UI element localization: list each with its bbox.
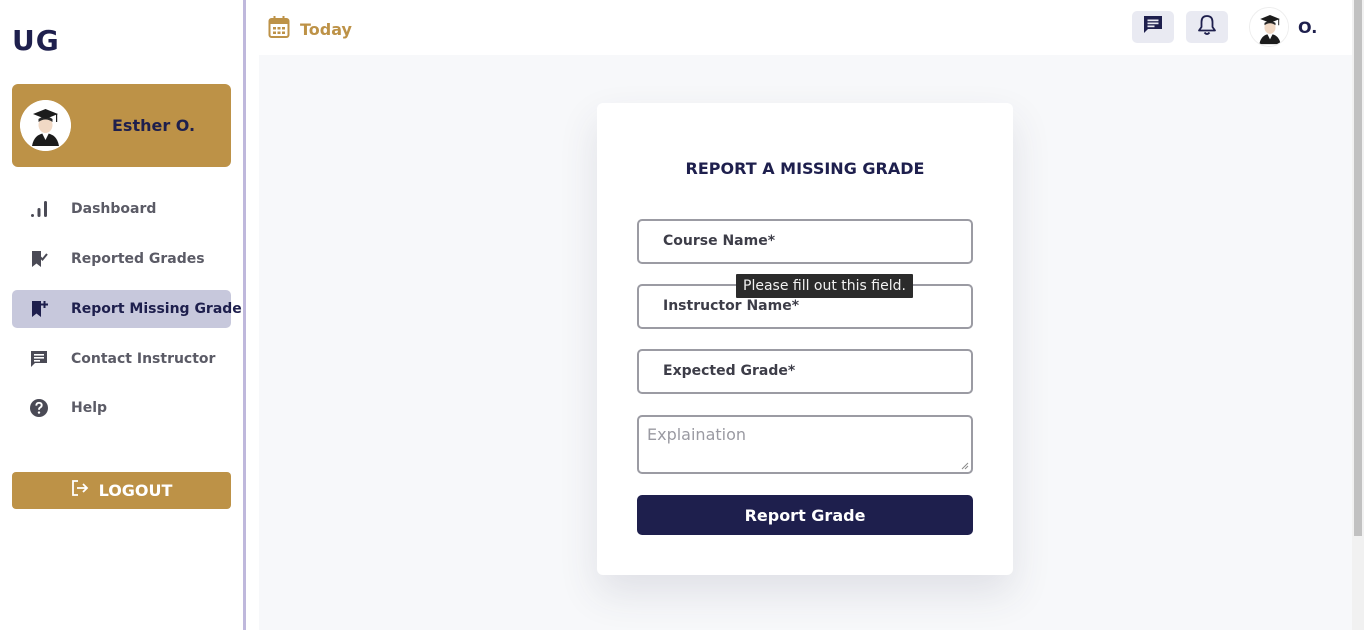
- sidebar-item-label: Dashboard: [71, 201, 157, 217]
- sidebar-divider: [243, 0, 246, 630]
- bar-chart-icon: [29, 199, 49, 219]
- expected-grade-label: Expected Grade*: [663, 363, 796, 379]
- app-logo[interactable]: UG: [12, 24, 60, 57]
- profile-card: Esther O.: [12, 84, 231, 167]
- sidebar-item-label: Report Missing Grade: [71, 301, 242, 317]
- report-grade-button[interactable]: Report Grade: [637, 495, 973, 535]
- app-root: UG Esther O. Dashboard Reported Grades R…: [0, 0, 1364, 630]
- form-title: REPORT A MISSING GRADE: [685, 159, 925, 178]
- sidebar-item-help[interactable]: Help: [12, 389, 231, 427]
- validation-tooltip: Please fill out this field.: [736, 274, 913, 298]
- course-name-field[interactable]: Course Name*: [637, 219, 973, 264]
- profile-name: Esther O.: [112, 116, 196, 135]
- sidebar-item-dashboard[interactable]: Dashboard: [12, 190, 231, 228]
- report-missing-grade-form: REPORT A MISSING GRADE Course Name* Inst…: [597, 103, 1013, 575]
- instructor-name-label: Instructor Name*: [663, 298, 800, 314]
- expected-grade-field[interactable]: Expected Grade*: [637, 349, 973, 394]
- report-grade-label: Report Grade: [744, 505, 866, 525]
- avatar: [20, 100, 71, 151]
- bell-icon: [1197, 14, 1217, 41]
- sidebar-item-report-missing-grade[interactable]: Report Missing Grade: [12, 290, 242, 328]
- bookmark-plus-icon: [29, 299, 49, 319]
- calendar-icon: [268, 15, 290, 44]
- sidebar-item-contact-instructor[interactable]: Contact Instructor: [12, 340, 231, 378]
- sidebar-item-label: Reported Grades: [71, 251, 205, 267]
- logout-label: LOGOUT: [98, 481, 173, 500]
- message-icon: [1142, 14, 1164, 41]
- sidebar: UG Esther O. Dashboard Reported Grades R…: [0, 0, 243, 630]
- top-bar: Today O.: [246, 0, 1352, 55]
- logout-icon: [71, 479, 89, 502]
- sidebar-item-label: Contact Instructor: [71, 351, 216, 367]
- notifications-button[interactable]: [1186, 11, 1228, 43]
- explanation-textarea[interactable]: Explaination: [637, 415, 973, 474]
- user-avatar[interactable]: [1249, 7, 1289, 47]
- messages-button[interactable]: [1132, 11, 1174, 43]
- user-short-name[interactable]: O.: [1298, 18, 1317, 37]
- course-name-label: Course Name*: [663, 233, 776, 249]
- sidebar-item-reported-grades[interactable]: Reported Grades: [12, 240, 231, 278]
- explanation-placeholder: Explaination: [647, 425, 747, 444]
- bookmark-check-icon: [29, 249, 49, 269]
- scrollbar-thumb[interactable]: [1354, 0, 1362, 536]
- sidebar-item-label: Help: [71, 400, 108, 416]
- scrollbar[interactable]: [1352, 0, 1364, 630]
- today-indicator: Today: [268, 15, 352, 44]
- today-label: Today: [300, 20, 352, 39]
- logout-button[interactable]: LOGOUT: [12, 472, 231, 509]
- help-circle-icon: [29, 398, 49, 418]
- message-icon: [29, 349, 49, 369]
- resize-grip-icon[interactable]: [961, 462, 969, 470]
